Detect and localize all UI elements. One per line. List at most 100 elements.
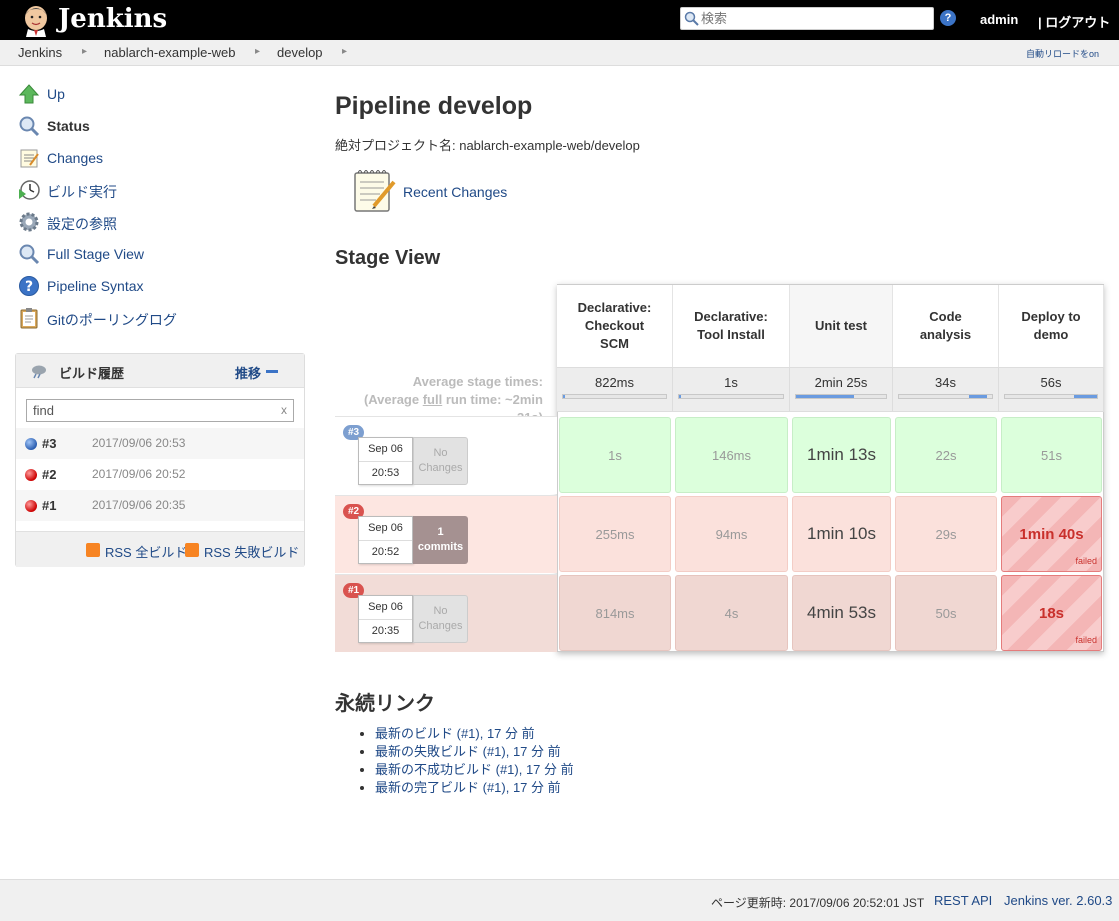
- chevron-right-icon[interactable]: ▸: [255, 46, 260, 57]
- task-changes-label[interactable]: Changes: [47, 150, 103, 166]
- build-filter-box[interactable]: x: [26, 399, 294, 422]
- build-timestamp[interactable]: 2017/09/06 20:52: [92, 467, 185, 481]
- stage-name-line: Declarative:: [577, 300, 652, 315]
- permalink-last-build[interactable]: 最新のビルド (#1), 17 分 前: [375, 726, 535, 741]
- rss-links: RSS 全ビルド RSS 失敗ビルド: [16, 531, 304, 567]
- stage-cell[interactable]: 1s: [559, 417, 671, 493]
- stage-header: Code analysis: [893, 285, 999, 367]
- task-configure-label[interactable]: 設定の参照: [47, 214, 117, 234]
- task-build-now-label[interactable]: ビルド実行: [47, 182, 117, 202]
- build-number-link[interactable]: #2: [42, 467, 56, 482]
- permalink-last-unsuccessful[interactable]: 最新の不成功ビルド (#1), 17 分 前: [375, 762, 574, 777]
- build-history-widget: ビルド履歴 推移 x #3 2017/09/06 20:53 #2 2017/0…: [15, 353, 305, 567]
- stage-cell[interactable]: 4s: [675, 575, 788, 651]
- jenkins-logo-icon[interactable]: [18, 3, 54, 37]
- stage-cell[interactable]: 4min 53s: [792, 575, 891, 651]
- help-icon: ?: [19, 276, 39, 296]
- recent-changes-link[interactable]: Recent Changes: [403, 184, 507, 200]
- task-status-label[interactable]: Status: [47, 118, 90, 134]
- build-history-row[interactable]: #1 2017/09/06 20:35: [16, 490, 304, 521]
- list-item: 最新の失敗ビルド (#1), 17 分 前: [375, 744, 574, 762]
- build-filter-input[interactable]: [33, 402, 273, 419]
- build-number-link[interactable]: #1: [42, 498, 56, 513]
- changes-card[interactable]: 1 commits: [413, 516, 468, 564]
- stage-cell[interactable]: 94ms: [675, 496, 788, 572]
- permalink-last-failed[interactable]: 最新の失敗ビルド (#1), 17 分 前: [375, 744, 561, 759]
- jenkins-version-link[interactable]: Jenkins ver. 2.60.3: [1004, 893, 1112, 908]
- changes-line: Changes: [418, 462, 463, 474]
- stage-cell[interactable]: 51s: [1001, 417, 1102, 493]
- changes-text: No Changes: [418, 604, 462, 634]
- clear-filter-icon[interactable]: x: [281, 403, 287, 417]
- avg-label-text: run time: ~2min: [442, 392, 543, 407]
- stage-cell[interactable]: 255ms: [559, 496, 671, 572]
- build-date-card[interactable]: Sep 06 20:53: [358, 437, 413, 485]
- stage-cell[interactable]: 1min 10s: [792, 496, 891, 572]
- build-timestamp[interactable]: 2017/09/06 20:35: [92, 498, 185, 512]
- collapse-icon[interactable]: [266, 370, 278, 373]
- stage-name: Code analysis: [920, 308, 971, 344]
- stage-cell[interactable]: 1min 40s failed: [1001, 496, 1102, 572]
- stage-cell[interactable]: 50s: [895, 575, 997, 651]
- stage-duration: 51s: [1041, 447, 1062, 463]
- changes-line: commits: [417, 541, 464, 553]
- chevron-right-icon[interactable]: ▸: [82, 46, 87, 57]
- build-history-title: ビルド履歴: [59, 366, 125, 381]
- logout-link[interactable]: | ログアウト: [1038, 12, 1110, 31]
- status-ball-icon: [25, 438, 37, 450]
- changes-line: Changes: [418, 620, 463, 632]
- task-git-polling-log-label[interactable]: Gitのポーリングログ: [47, 310, 177, 330]
- stage-name-line: Unit test: [815, 318, 867, 333]
- chevron-right-icon[interactable]: ▸: [342, 46, 347, 57]
- stage-cell[interactable]: 18s failed: [1001, 575, 1102, 651]
- build-date-card[interactable]: Sep 06 20:35: [358, 595, 413, 643]
- build-timestamp[interactable]: 2017/09/06 20:53: [92, 436, 185, 450]
- build-history-row[interactable]: #3 2017/09/06 20:53: [16, 428, 304, 459]
- task-full-stage-view-label[interactable]: Full Stage View: [47, 246, 144, 262]
- stage-average: 822ms: [557, 367, 673, 412]
- stage-cell[interactable]: 1min 13s: [792, 417, 891, 493]
- stage-average-bar-fill: [679, 395, 682, 398]
- rss-all-link[interactable]: RSS 全ビルド: [105, 542, 187, 561]
- stage-cell[interactable]: 22s: [895, 417, 997, 493]
- rss-failed-link[interactable]: RSS 失敗ビルド: [204, 542, 299, 561]
- avg-label-full[interactable]: full: [423, 392, 443, 407]
- stage-header: Declarative: Checkout SCM: [557, 285, 673, 367]
- footer: ページ更新時: 2017/09/06 20:52:01 JST REST API…: [0, 879, 1119, 921]
- divider: [359, 461, 412, 462]
- brand-name[interactable]: Jenkins: [58, 4, 167, 34]
- search-input[interactable]: [701, 10, 929, 27]
- build-history-row[interactable]: #2 2017/09/06 20:52: [16, 459, 304, 490]
- breadcrumb-jenkins[interactable]: Jenkins: [18, 45, 62, 60]
- breadcrumb-project[interactable]: nablarch-example-web: [104, 45, 236, 60]
- trend-link[interactable]: 推移: [235, 363, 261, 382]
- stage-cell[interactable]: 814ms: [559, 575, 671, 651]
- build-date: Sep 06: [368, 443, 403, 455]
- search-box[interactable]: [680, 7, 934, 30]
- rss-icon[interactable]: [86, 543, 100, 557]
- task-pipeline-syntax-label[interactable]: Pipeline Syntax: [47, 278, 144, 294]
- help-icon[interactable]: ?: [940, 10, 956, 26]
- task-up-label[interactable]: Up: [47, 86, 65, 102]
- build-number-link[interactable]: #3: [42, 436, 56, 451]
- changes-line: No: [433, 447, 448, 459]
- stage-header: Declarative: Tool Install: [673, 285, 790, 367]
- stage-cell[interactable]: 29s: [895, 496, 997, 572]
- permalink-last-completed[interactable]: 最新の完了ビルド (#1), 17 分 前: [375, 780, 561, 795]
- top-header: Jenkins ? admin | ログアウト: [0, 0, 1119, 40]
- stage-duration: 1min 40s: [1019, 525, 1084, 543]
- changes-text: 1 commits: [418, 525, 463, 555]
- stage-average-time: 34s: [935, 375, 956, 390]
- auto-refresh-link[interactable]: 自動リロードをon: [1026, 47, 1099, 60]
- rest-api-link[interactable]: REST API: [934, 893, 992, 908]
- search-icon: [684, 11, 699, 26]
- breadcrumb-branch[interactable]: develop: [277, 45, 323, 60]
- avg-label-text: (Average: [363, 392, 423, 407]
- stage-name-line: demo: [1033, 327, 1069, 342]
- rss-icon[interactable]: [185, 543, 199, 557]
- user-link[interactable]: admin: [980, 12, 1018, 27]
- build-history-header: ビルド履歴 推移: [16, 354, 304, 388]
- build-date-card[interactable]: Sep 06 20:52: [358, 516, 413, 564]
- stage-duration: 1min 10s: [807, 524, 876, 543]
- stage-cell[interactable]: 146ms: [675, 417, 788, 493]
